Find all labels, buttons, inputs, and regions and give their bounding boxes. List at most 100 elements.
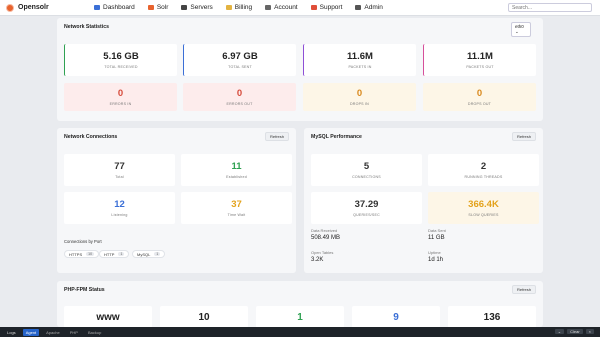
stat-label: DROPS IN [350,102,369,106]
mysql-performance-panel: MySQL Performance Refresh 5 CONNECTIONS … [304,128,543,273]
stat-value: 2 [480,161,487,172]
port-count: 10 [86,252,95,256]
stat-label: Listening [111,213,128,217]
fpm-card-idle: 9 [352,306,440,328]
stat-value: 1d 1h [428,257,444,263]
nav-item-admin[interactable]: Admin [355,4,383,11]
billing-icon [225,5,232,10]
network-connections-panel: Network Connections Refresh 77 Total 11 … [57,128,296,273]
stat-label: TOTAL SENT [228,65,252,69]
stat-card-packets-out: 11.1M PACKETS OUT [423,44,536,76]
port-count: 1 [154,252,161,256]
stat-value: 6.97 GB [222,51,258,62]
mysql-stat-open-tables: Open Tables 3.2K [311,250,333,263]
stat-value: 11 GB [428,235,445,241]
stat-key: Data Received [311,228,338,233]
opensolr-logo-icon [6,3,14,12]
stat-label: ERRORS IN [109,102,132,106]
nav-item-servers[interactable]: Servers [181,4,213,11]
stat-label: RUNNING THREADS [464,175,503,179]
nav-label: Admin [364,4,383,11]
brand-name: Opensolr [18,4,49,11]
stat-label: TOTAL RECEIVED [104,65,138,69]
main-nav: Dashboard Solr Servers Billing Account S… [94,4,396,11]
nav-label: Account [274,4,298,11]
top-navbar: Opensolr Dashboard Solr Servers Billing … [0,0,600,16]
solr-icon [147,5,154,10]
stat-value: 5.16 GB [103,51,139,62]
stat-value: 37.29 [354,199,379,210]
mysql-card-connections: 5 CONNECTIONS [311,154,422,186]
refresh-button[interactable]: Refresh [265,132,290,141]
stat-label: PACKETS OUT [466,65,494,69]
fpm-card-processes: 10 [160,306,248,328]
fpm-card-pool: www [64,306,152,328]
stat-label: CONNECTIONS [352,175,381,179]
panel-title: MySQL Performance [311,134,362,140]
account-icon [265,5,272,10]
nav-label: Solr [156,4,169,11]
stat-label: Time Wait [227,213,246,217]
stat-label: Established [226,175,247,179]
stat-value: 508.49 MB [311,235,341,241]
stat-label: QUERIES/SEC [353,213,380,217]
mysql-stat-data-received: Data Received 508.49 MB [311,228,340,241]
bottom-tab-logs[interactable]: Logs [4,329,19,336]
nav-item-billing[interactable]: Billing [225,4,253,11]
stat-card-errors-out: 0 ERRORS OUT [183,83,296,111]
bottom-tab-backup[interactable]: Backup [85,329,104,336]
stat-label: Total [115,175,124,179]
nav-label: Servers [190,4,213,11]
stat-value: 0 [117,88,124,99]
nav-label: Billing [234,4,253,11]
connections-by-port-label: Connections by Port [64,239,102,244]
bottom-tab-agent[interactable]: Agent [22,328,40,336]
refresh-button[interactable]: Refresh [512,285,537,294]
search-input[interactable] [508,3,592,12]
fpm-card-active: 1 [256,306,344,328]
stat-label: SLOW QUERIES [468,213,499,217]
panel-title: Network Connections [64,134,118,140]
stat-value: 0 [476,88,483,99]
close-icon[interactable]: × [585,329,594,334]
bottom-tab-apache[interactable]: Apache [43,329,63,336]
stat-card-drops-out: 0 DROPS OUT [423,83,536,111]
mysql-card-queries-sec: 37.29 QUERIES/SEC [311,192,422,224]
stat-card-errors-in: 0 ERRORS IN [64,83,177,111]
nav-item-dashboard[interactable]: Dashboard [94,4,135,11]
nav-item-solr[interactable]: Solr [147,4,169,11]
stat-value: 11.6M [347,51,373,62]
collapse-icon[interactable]: ⌄ [554,329,565,334]
stat-value: 366.4K [468,199,499,210]
port-chip-http: HTTP 1 [99,250,130,258]
port-name: HTTP [104,251,115,257]
stat-key: Uptime [428,250,441,255]
admin-icon [355,5,362,10]
stat-card-total-sent: 6.97 GB TOTAL SENT [183,44,296,76]
brand[interactable]: Opensolr [6,3,94,12]
stat-value: 5 [363,161,370,172]
conn-card-time-wait: 37 Time Wait [181,192,292,224]
nav-item-support[interactable]: Support [310,4,342,11]
mysql-stat-data-sent: Data Sent 11 GB [428,228,446,241]
stat-value: 77 [114,161,125,172]
stat-label: DROPS OUT [467,102,492,106]
port-chip-https: HTTPS 10 [64,250,100,258]
mysql-card-slow-queries: 366.4K SLOW QUERIES [428,192,539,224]
stat-value: 11 [231,161,242,172]
network-statistics-panel: Network Statistics eth0 ⌄ 5.16 GB TOTAL … [57,18,543,121]
refresh-button[interactable]: Refresh [512,132,537,141]
stat-key: Data Sent [428,228,446,233]
interface-select[interactable]: eth0 ⌄ [511,22,531,37]
port-count: 1 [118,252,125,256]
port-chip-mysql: MySQL 1 [132,250,166,258]
mysql-card-running-threads: 2 RUNNING THREADS [428,154,539,186]
fpm-card-accepted: 136 [448,306,536,328]
clear-button[interactable]: Clear [567,329,583,334]
bottom-tab-php[interactable]: PHP [67,329,81,336]
stat-value: 0 [236,88,243,99]
nav-item-account[interactable]: Account [265,4,298,11]
stat-label: PACKETS IN [348,65,372,69]
bottom-actions: ⌄ Clear × [552,329,594,334]
dashboard-icon [94,5,100,10]
